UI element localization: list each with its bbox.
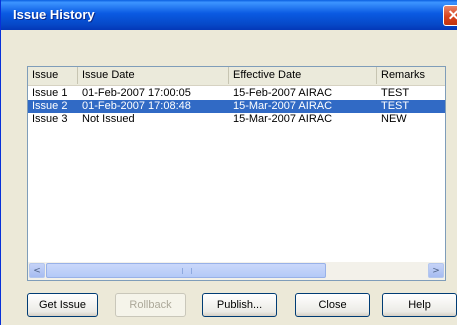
column-header-issue-date[interactable]: Issue Date (78, 67, 229, 84)
table-row-selected[interactable]: Issue 2 01-Feb-2007 17:08:48 15-Mar-2007… (28, 100, 445, 113)
issue-history-dialog: Issue History ✕ Issue Issue Date Effecti… (0, 0, 457, 325)
column-header-effective-date[interactable]: Effective Date (229, 67, 377, 84)
cell-issue: Issue 1 (32, 87, 68, 99)
horizontal-scrollbar[interactable]: < > (28, 262, 445, 280)
column-header-issue[interactable]: Issue (28, 67, 78, 84)
close-button[interactable]: Close (295, 293, 370, 317)
publish-button[interactable]: Publish... (202, 293, 277, 317)
chevron-left-icon: < (33, 266, 41, 276)
rollback-button[interactable]: Rollback (115, 293, 186, 317)
scroll-thumb[interactable] (46, 263, 326, 278)
table-row[interactable]: Issue 3 Not Issued 15-Mar-2007 AIRAC NEW (28, 113, 445, 126)
table-row[interactable]: Issue 1 01-Feb-2007 17:00:05 15-Feb-2007… (28, 87, 445, 100)
grip-icon (182, 268, 192, 274)
cell-issue: Issue 3 (32, 113, 68, 125)
cell-effective-date: 15-Mar-2007 AIRAC (233, 113, 333, 125)
dialog-title: Issue History (13, 7, 95, 22)
close-icon: ✕ (447, 7, 457, 23)
cell-remarks: NEW (381, 113, 407, 125)
cell-effective-date: 15-Feb-2007 AIRAC (233, 87, 333, 99)
cell-effective-date: 15-Mar-2007 AIRAC (233, 100, 333, 112)
chevron-right-icon: > (432, 266, 440, 276)
cell-remarks: TEST (381, 100, 410, 112)
cell-issue: Issue 2 (32, 100, 68, 112)
list-header: Issue Issue Date Effective Date Remarks (28, 67, 445, 86)
get-issue-button[interactable]: Get Issue (27, 293, 98, 317)
cell-issue-date: 01-Feb-2007 17:00:05 (82, 87, 191, 99)
cell-remarks: TEST (381, 87, 410, 99)
cell-issue-date: 01-Feb-2007 17:08:48 (82, 100, 191, 112)
column-header-remarks[interactable]: Remarks (377, 67, 445, 84)
title-bar[interactable]: Issue History ✕ (1, 0, 457, 30)
issue-list[interactable]: Issue Issue Date Effective Date Remarks … (27, 66, 446, 281)
scroll-right-button[interactable]: > (428, 263, 444, 278)
cell-issue-date: Not Issued (82, 113, 135, 125)
scroll-left-button[interactable]: < (29, 263, 45, 278)
close-window-button[interactable]: ✕ (443, 5, 457, 26)
help-button[interactable]: Help (382, 293, 457, 317)
